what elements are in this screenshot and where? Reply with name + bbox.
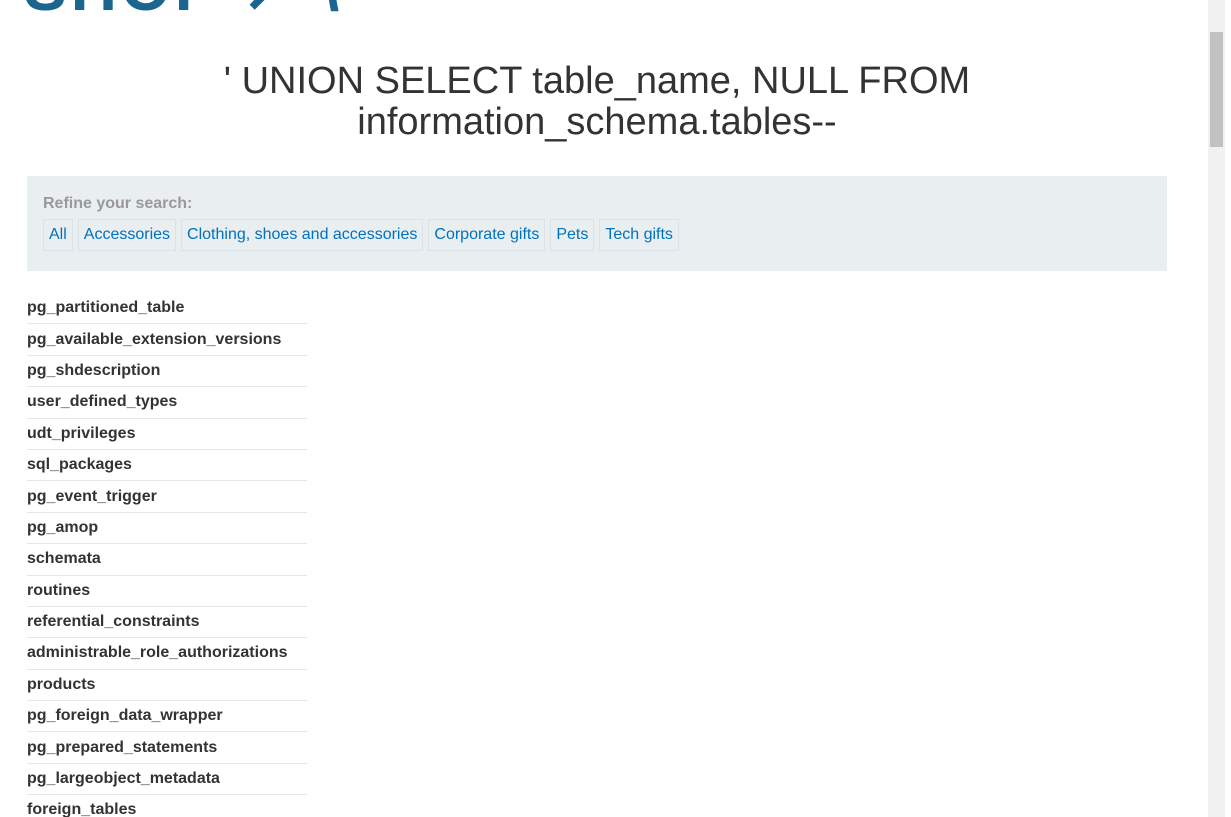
table-cell: routines <box>27 581 91 599</box>
table-row: pg_partitioned_table <box>27 293 307 325</box>
table-cell: pg_shdescription <box>27 361 161 379</box>
table-cell: foreign_tables <box>27 801 137 817</box>
filter-links: All Accessories Clothing, shoes and acce… <box>43 219 1151 251</box>
table-cell: pg_foreign_data_wrapper <box>27 707 223 725</box>
table-row: pg_event_trigger <box>27 481 307 513</box>
table-cell: udt_privileges <box>27 424 136 442</box>
table-row: schemata <box>27 544 307 576</box>
filter-link-tech-gifts[interactable]: Tech gifts <box>599 219 679 251</box>
table-cell: products <box>27 675 96 693</box>
filter-panel: Refine your search: All Accessories Clot… <box>27 176 1167 271</box>
filter-link-accessories[interactable]: Accessories <box>77 219 177 251</box>
table-cell: pg_largeobject_metadata <box>27 770 220 788</box>
table-row: udt_privileges <box>27 419 307 450</box>
filter-link-clothing[interactable]: Clothing, shoes and accessories <box>181 219 424 251</box>
table-row: foreign_tables <box>27 795 307 817</box>
page: SHOP ↗ \ ' UNION SELECT table_name, NULL… <box>0 0 1231 817</box>
table-row: pg_largeobject_metadata <box>27 764 307 796</box>
table-row: referential_constraints <box>27 607 307 639</box>
site-logo[interactable]: SHOP ↗ \ <box>24 0 343 20</box>
table-row: pg_amop <box>27 513 307 545</box>
table-row: sql_packages <box>27 450 307 482</box>
table-row: pg_available_extension_versions <box>27 324 307 356</box>
table-row: pg_prepared_statements <box>27 732 307 764</box>
table-cell: pg_prepared_statements <box>27 738 218 756</box>
page-title: ' UNION SELECT table_name, NULL FROM inf… <box>223 60 971 143</box>
table-cell: pg_amop <box>27 518 99 536</box>
filter-link-pets[interactable]: Pets <box>550 219 595 251</box>
table-cell: sql_packages <box>27 456 132 474</box>
table-cell: schemata <box>27 550 101 568</box>
filter-label: Refine your search: <box>43 195 193 212</box>
table-cell: administrable_role_authorizations <box>27 644 288 662</box>
table-cell: pg_event_trigger <box>27 487 157 505</box>
scrollbar-thumb[interactable] <box>1210 32 1223 147</box>
table-cell: pg_available_extension_versions <box>27 330 282 348</box>
vertical-scrollbar[interactable] <box>1208 0 1225 817</box>
table-row: pg_shdescription <box>27 356 307 388</box>
table-cell: user_defined_types <box>27 393 178 411</box>
table-row: administrable_role_authorizations <box>27 638 307 670</box>
filter-link-corporate-gifts[interactable]: Corporate gifts <box>428 219 546 251</box>
table-cell: pg_partitioned_table <box>27 299 185 317</box>
table-row: products <box>27 670 307 702</box>
filter-link-all[interactable]: All <box>43 219 73 251</box>
table-row: pg_foreign_data_wrapper <box>27 701 307 733</box>
table-row: user_defined_types <box>27 387 307 419</box>
table-row: routines <box>27 576 307 607</box>
results-table: pg_partitioned_table pg_available_extens… <box>27 293 307 817</box>
table-cell: referential_constraints <box>27 613 200 631</box>
